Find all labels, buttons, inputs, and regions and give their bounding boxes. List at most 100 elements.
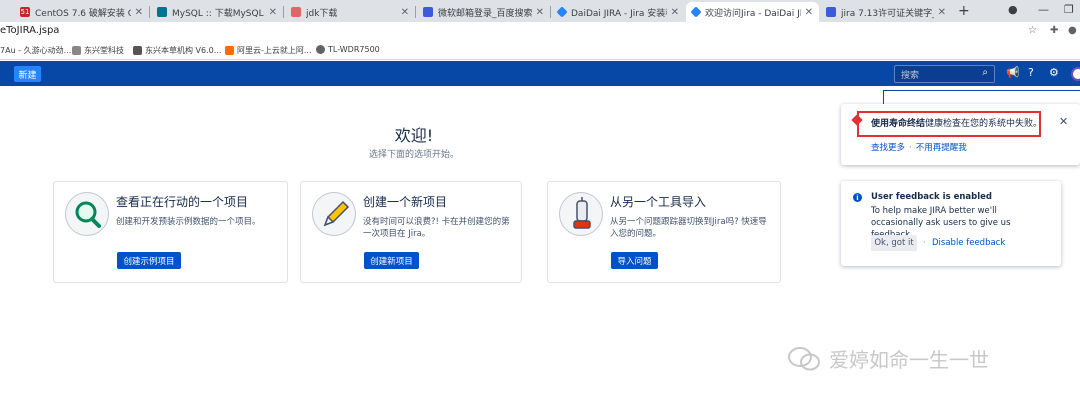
bookmark-item[interactable]: 阿里云-上云就上阿...	[225, 45, 312, 56]
extensions-icon[interactable]: ✚	[1050, 25, 1058, 36]
health-check-message: 使用寿命终结健康检查在您的系统中失败。	[871, 116, 1042, 129]
profile-icon[interactable]: ●	[1068, 25, 1077, 36]
welcome-title: 欢迎!	[394, 126, 434, 145]
new-project-card: 创建一个新项目 没有时间可以浪费?! 卡在并创建您的第一次项目在 Jira。 创…	[300, 181, 522, 283]
info-icon: i	[853, 193, 862, 202]
tab-title: jdk下载	[306, 8, 338, 19]
globe-icon	[316, 45, 325, 54]
dropdown-outline	[883, 90, 1080, 104]
health-check-links: 查找更多 · 不用再提醒我	[871, 143, 967, 153]
bookmarks-bar: 7Au - 久游心动劲... 东兴堂科技 东兴本草机构 V6.0... 阿里云-…	[0, 42, 1080, 60]
create-new-project-button[interactable]: 创建新项目	[364, 252, 419, 269]
user-avatar[interactable]	[1071, 67, 1080, 81]
bookmark-star-icon[interactable]: ☆	[1028, 25, 1037, 36]
notifications-megaphone-icon[interactable]: 📢	[1006, 66, 1020, 79]
tab-divider	[149, 6, 150, 18]
wechat-logo-icon	[788, 346, 820, 370]
close-tab-icon[interactable]: ✕	[135, 7, 143, 18]
document-favicon-icon	[291, 7, 301, 17]
bookmark-item[interactable]: 7Au - 久游心动劲...	[0, 45, 71, 56]
create-sample-project-button[interactable]: 创建示例项目	[117, 252, 181, 269]
tab-title: 微软邮箱登录_百度搜索	[438, 8, 532, 19]
card-description: 没有时间可以浪费?! 卡在并创建您的第一次项目在 Jira。	[363, 217, 510, 239]
card-title: 查看正在行动的一个项目	[116, 195, 249, 209]
find-more-link[interactable]: 查找更多	[871, 143, 905, 153]
sample-project-card: 查看正在行动的一个项目 创建和开发预装示例数据的一个项目。 创建示例项目	[53, 181, 288, 283]
wechat-watermark: 爱婷如命一生一世	[787, 344, 989, 373]
health-check-text: 健康检查在您的系统中失败。	[925, 119, 1043, 129]
search-placeholder: 搜索	[901, 71, 920, 81]
browser-tab[interactable]: jdk下载 ✕	[285, 2, 415, 22]
search-icon[interactable]: ⌕	[982, 67, 988, 78]
close-flag-icon[interactable]: ✕	[1059, 115, 1068, 128]
bookmark-item[interactable]: 东兴堂科技	[72, 45, 124, 56]
welcome-subtitle: 选择下面的选项开始。	[368, 150, 459, 160]
vacuum-icon	[559, 192, 603, 236]
link-separator: ·	[923, 238, 926, 247]
close-tab-icon[interactable]: ✕	[671, 7, 679, 18]
close-tab-icon[interactable]: ✕	[805, 7, 813, 18]
bookmark-label: 东兴本草机构 V6.0...	[145, 46, 222, 55]
bookmark-label: 东兴堂科技	[84, 46, 124, 55]
feedback-title: User feedback is enabled	[871, 192, 992, 202]
baidu-paw-icon	[826, 7, 836, 17]
health-check-flag: 使用寿命终结健康检查在您的系统中失败。 查找更多 · 不用再提醒我 ✕	[841, 104, 1080, 165]
browser-tab[interactable]: MySQL :: 下载MySQL Connec ✕	[151, 2, 283, 22]
magnifier-icon	[65, 192, 109, 236]
import-card: 从另一个工具导入 从另一个问题跟踪器切换到Jira吗? 快速导入您的问题。 导入…	[547, 181, 781, 283]
close-tab-icon[interactable]: ✕	[938, 7, 946, 18]
baidu-paw-icon	[423, 7, 433, 17]
tab-title: DaiDai JIRA - Jira 安装程序	[571, 8, 667, 19]
browser-tab-strip: 51 CentOS 7.6 破解安装 Conflu ✕ MySQL :: 下载M…	[0, 0, 1080, 22]
bookmark-favicon-icon	[133, 46, 142, 55]
jira-favicon-icon	[690, 6, 702, 18]
close-tab-icon[interactable]: ✕	[536, 7, 544, 18]
tab-search-icon[interactable]: ●	[1008, 3, 1018, 16]
tab-title: MySQL :: 下载MySQL Connec	[172, 8, 265, 19]
new-tab-button[interactable]: +	[958, 3, 970, 19]
restore-window-icon[interactable]: ❐	[1064, 3, 1074, 16]
card-title: 创建一个新项目	[363, 195, 448, 209]
card-description: 从另一个问题跟踪器切换到Jira吗? 快速导入您的问题。	[610, 217, 767, 239]
card-title: 从另一个工具导入	[610, 195, 707, 209]
bookmark-item[interactable]: 东兴本草机构 V6.0...	[133, 45, 221, 56]
ok-got-it-button[interactable]: Ok, got it	[871, 235, 917, 251]
close-tab-icon[interactable]: ✕	[401, 7, 409, 18]
jira-favicon-icon	[556, 6, 568, 18]
mysql-favicon-icon	[157, 7, 167, 17]
browser-tab[interactable]: 51 CentOS 7.6 破解安装 Conflu ✕	[14, 2, 149, 22]
browser-tab[interactable]: 微软邮箱登录_百度搜索 ✕	[417, 2, 550, 22]
bookmark-label: 阿里云-上云就上阿...	[237, 46, 312, 55]
feedback-flag: i User feedback is enabled To help make …	[841, 181, 1061, 266]
browser-tab[interactable]: DaiDai JIRA - Jira 安装程序 ✕	[552, 2, 685, 22]
pencil-icon	[312, 192, 356, 236]
bookmark-item[interactable]: TL-WDR7500	[316, 45, 380, 54]
jira-header: 新建 搜索 ⌕ 📢 ? ⚙	[0, 61, 1080, 86]
tab-divider	[283, 6, 284, 18]
tab-title: CentOS 7.6 破解安装 Conflu	[35, 8, 131, 19]
import-issues-button[interactable]: 导入问题	[611, 252, 658, 269]
tab-divider	[415, 6, 416, 18]
close-tab-icon[interactable]: ✕	[269, 7, 277, 18]
bookmark-favicon-icon	[72, 46, 81, 55]
site-favicon-icon: 51	[20, 7, 30, 17]
browser-tab-active[interactable]: 欢迎访问Jira - DaiDai JIRA ✕	[686, 2, 819, 22]
minimize-window-icon[interactable]: —	[1038, 3, 1049, 16]
dont-remind-link[interactable]: 不用再提醒我	[916, 143, 967, 153]
aliyun-favicon-icon	[225, 46, 234, 55]
tab-divider	[550, 6, 551, 18]
settings-gear-icon[interactable]: ⚙	[1049, 66, 1059, 79]
browser-tab[interactable]: jira 7.13许可证关键字_百度搜 ✕	[820, 2, 952, 22]
create-button[interactable]: 新建	[14, 66, 41, 82]
disable-feedback-link[interactable]: Disable feedback	[932, 238, 1005, 248]
help-icon[interactable]: ?	[1028, 66, 1034, 79]
watermark-text: 爱婷如命一生一世	[829, 348, 989, 372]
tab-title: 欢迎访问Jira - DaiDai JIRA	[705, 8, 801, 19]
address-bar: eToJIRA.jspa ☆ ✚ ●	[0, 22, 1080, 42]
card-description: 创建和开发预装示例数据的一个项目。	[116, 217, 261, 227]
url-field[interactable]: eToJIRA.jspa	[0, 25, 59, 36]
search-input[interactable]: 搜索 ⌕	[894, 65, 995, 83]
bookmark-label: TL-WDR7500	[328, 45, 380, 54]
health-check-bold: 使用寿命终结	[871, 119, 926, 129]
tab-title: jira 7.13许可证关键字_百度搜	[841, 8, 934, 19]
